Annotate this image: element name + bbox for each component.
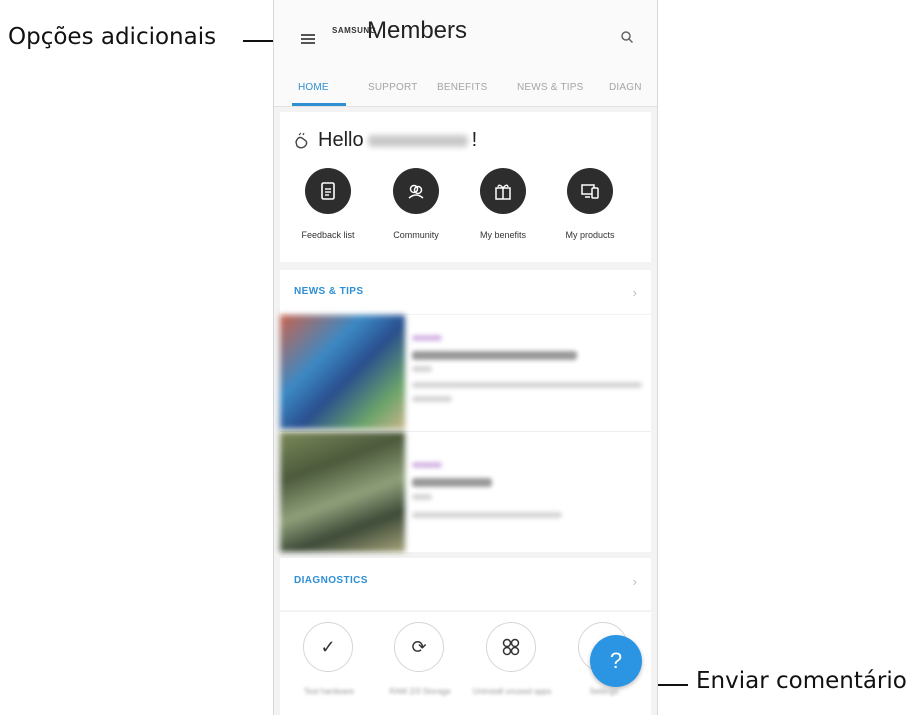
chevron-right-icon: › [632, 574, 637, 589]
quick-action-my-products[interactable]: My products [548, 168, 628, 256]
news-description [412, 396, 452, 402]
community-icon [393, 168, 439, 214]
send-feedback-button[interactable]: ? [590, 635, 642, 687]
quick-action-feedback-list[interactable]: Feedback list [286, 168, 366, 256]
news-category [412, 462, 442, 468]
diagnostic-label: RAM 2/3 Storage [389, 687, 451, 696]
news-thumbnail [280, 315, 405, 429]
check-icon: ✓ [303, 622, 353, 672]
diagnostic-refresh[interactable]: ⟳ RAM 2/3 Storage [375, 622, 465, 715]
quick-action-label: My products [565, 230, 615, 240]
phone-screen: SAMSUNG Members HOME SUPPORT BENEFITS NE… [273, 0, 658, 715]
devices-icon [567, 168, 613, 214]
active-tab-indicator [292, 103, 346, 106]
tab-diagnostics[interactable]: DIAGN [609, 82, 642, 93]
greeting-prefix: Hello [318, 129, 364, 151]
news-headline [412, 351, 577, 360]
app-title: Members [367, 17, 468, 44]
tab-bar: HOME SUPPORT BENEFITS NEWS & TIPS DIAGN [274, 74, 657, 107]
diagnostic-label: Uninstall unused apps [472, 687, 552, 696]
chevron-right-icon: › [632, 285, 637, 300]
news-subtitle [412, 366, 432, 372]
quick-action-label: Feedback list [301, 230, 355, 240]
refresh-icon: ⟳ [394, 622, 444, 672]
quick-action-my-benefits[interactable]: My benefits [461, 168, 541, 256]
menu-icon[interactable] [301, 34, 315, 44]
news-thumbnail [280, 432, 405, 552]
quick-action-label: Community [393, 230, 439, 240]
news-category [412, 335, 442, 341]
callout-more-options: Opções adicionais [8, 24, 217, 50]
news-description [412, 512, 562, 518]
diagnostic-test-all[interactable]: ✓ Test hardware [284, 622, 374, 715]
diagnostics-title: DIAGNOSTICS [294, 575, 368, 586]
hand-wave-icon [295, 132, 308, 149]
search-icon[interactable] [621, 31, 633, 43]
news-tips-title: NEWS & TIPS [294, 286, 364, 297]
quick-action-community[interactable]: Community [374, 168, 454, 256]
diagnostics-header[interactable]: DIAGNOSTICS › [280, 558, 651, 610]
diagnostic-label: Settings [589, 687, 619, 696]
gift-icon [480, 168, 526, 214]
greeting-suffix: ! [471, 129, 478, 151]
diagnostic-label: Test hardware [303, 687, 355, 696]
tab-benefits[interactable]: BENEFITS [437, 82, 488, 93]
greeting-text: Hello! [318, 129, 477, 152]
quick-action-label: My benefits [479, 230, 527, 240]
news-headline [412, 478, 492, 487]
callout-send-feedback: Enviar comentário [696, 668, 907, 694]
feedback-list-icon [305, 168, 351, 214]
news-subtitle [412, 494, 432, 500]
news-description [412, 382, 642, 388]
news-item[interactable] [280, 432, 651, 552]
app-bar: SAMSUNG Members [274, 0, 657, 74]
tab-news-tips[interactable]: NEWS & TIPS [517, 82, 583, 93]
diagnostic-apps[interactable]: Uninstall unused apps [467, 622, 557, 715]
news-item[interactable] [280, 315, 651, 432]
news-tips-header[interactable]: NEWS & TIPS › [280, 270, 651, 314]
greeting-card: Hello! Feedback list Community My benefi… [280, 112, 651, 262]
apps-grid-icon [486, 622, 536, 672]
username-blurred [367, 134, 468, 147]
tab-support[interactable]: SUPPORT [368, 82, 418, 93]
tab-home[interactable]: HOME [298, 82, 329, 93]
